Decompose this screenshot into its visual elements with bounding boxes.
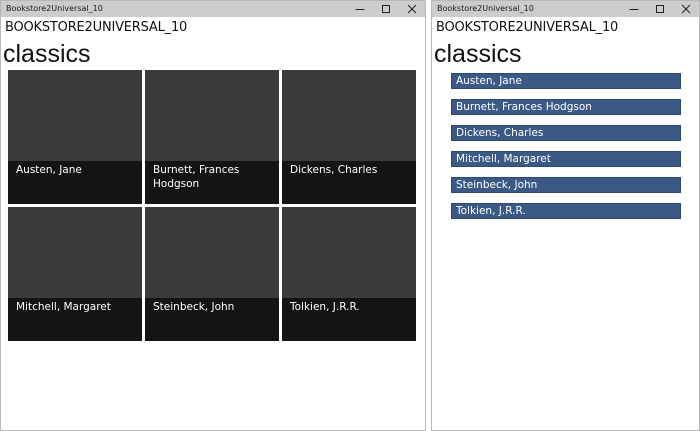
page-title: classics bbox=[434, 40, 522, 68]
maximize-button[interactable] bbox=[647, 1, 673, 17]
window-title: Bookstore2Universal_10 bbox=[6, 4, 103, 13]
author-name: Mitchell, Margaret bbox=[8, 298, 142, 341]
author-tile[interactable]: Steinbeck, John bbox=[145, 207, 279, 341]
author-list-item[interactable]: Dickens, Charles bbox=[451, 125, 681, 141]
app-window-wide: Bookstore2Universal_10 BOOKSTORE2UNIVERS… bbox=[0, 0, 426, 431]
close-icon bbox=[407, 4, 417, 14]
minimize-button[interactable] bbox=[621, 1, 647, 17]
caption-buttons bbox=[621, 1, 699, 17]
author-name: Steinbeck, John bbox=[145, 298, 279, 341]
window-title: Bookstore2Universal_10 bbox=[437, 4, 534, 13]
author-tile[interactable]: Burnett, Frances Hodgson bbox=[145, 70, 279, 204]
maximize-icon bbox=[656, 5, 664, 13]
author-tile[interactable]: Mitchell, Margaret bbox=[8, 207, 142, 341]
caption-buttons bbox=[347, 1, 425, 17]
title-bar[interactable]: Bookstore2Universal_10 bbox=[1, 1, 425, 17]
maximize-button[interactable] bbox=[373, 1, 399, 17]
close-button[interactable] bbox=[399, 1, 425, 17]
title-bar[interactable]: Bookstore2Universal_10 bbox=[432, 1, 699, 17]
author-name: Austen, Jane bbox=[8, 161, 142, 204]
author-list: Austen, Jane Burnett, Frances Hodgson Di… bbox=[451, 73, 681, 229]
app-name: BOOKSTORE2UNIVERSAL_10 bbox=[436, 20, 619, 35]
minimize-button[interactable] bbox=[347, 1, 373, 17]
author-tile[interactable]: Austen, Jane bbox=[8, 70, 142, 204]
author-list-item[interactable]: Mitchell, Margaret bbox=[451, 151, 681, 167]
author-tile[interactable]: Dickens, Charles bbox=[282, 70, 416, 204]
close-icon bbox=[681, 4, 691, 14]
author-list-item[interactable]: Steinbeck, John bbox=[451, 177, 681, 193]
author-grid: Austen, Jane Burnett, Frances Hodgson Di… bbox=[8, 70, 417, 341]
author-list-item[interactable]: Tolkien, J.R.R. bbox=[451, 203, 681, 219]
minimize-icon bbox=[355, 9, 365, 10]
author-list-item[interactable]: Burnett, Frances Hodgson bbox=[451, 99, 681, 115]
author-tile[interactable]: Tolkien, J.R.R. bbox=[282, 207, 416, 341]
app-name: BOOKSTORE2UNIVERSAL_10 bbox=[5, 20, 188, 35]
app-window-narrow: Bookstore2Universal_10 BOOKSTORE2UNIVERS… bbox=[431, 0, 700, 431]
minimize-icon bbox=[629, 9, 639, 10]
close-button[interactable] bbox=[673, 1, 699, 17]
page-title: classics bbox=[3, 40, 91, 68]
author-name: Tolkien, J.R.R. bbox=[282, 298, 416, 341]
author-name: Burnett, Frances Hodgson bbox=[145, 161, 279, 204]
author-list-item[interactable]: Austen, Jane bbox=[451, 73, 681, 89]
author-name: Dickens, Charles bbox=[282, 161, 416, 204]
maximize-icon bbox=[382, 5, 390, 13]
